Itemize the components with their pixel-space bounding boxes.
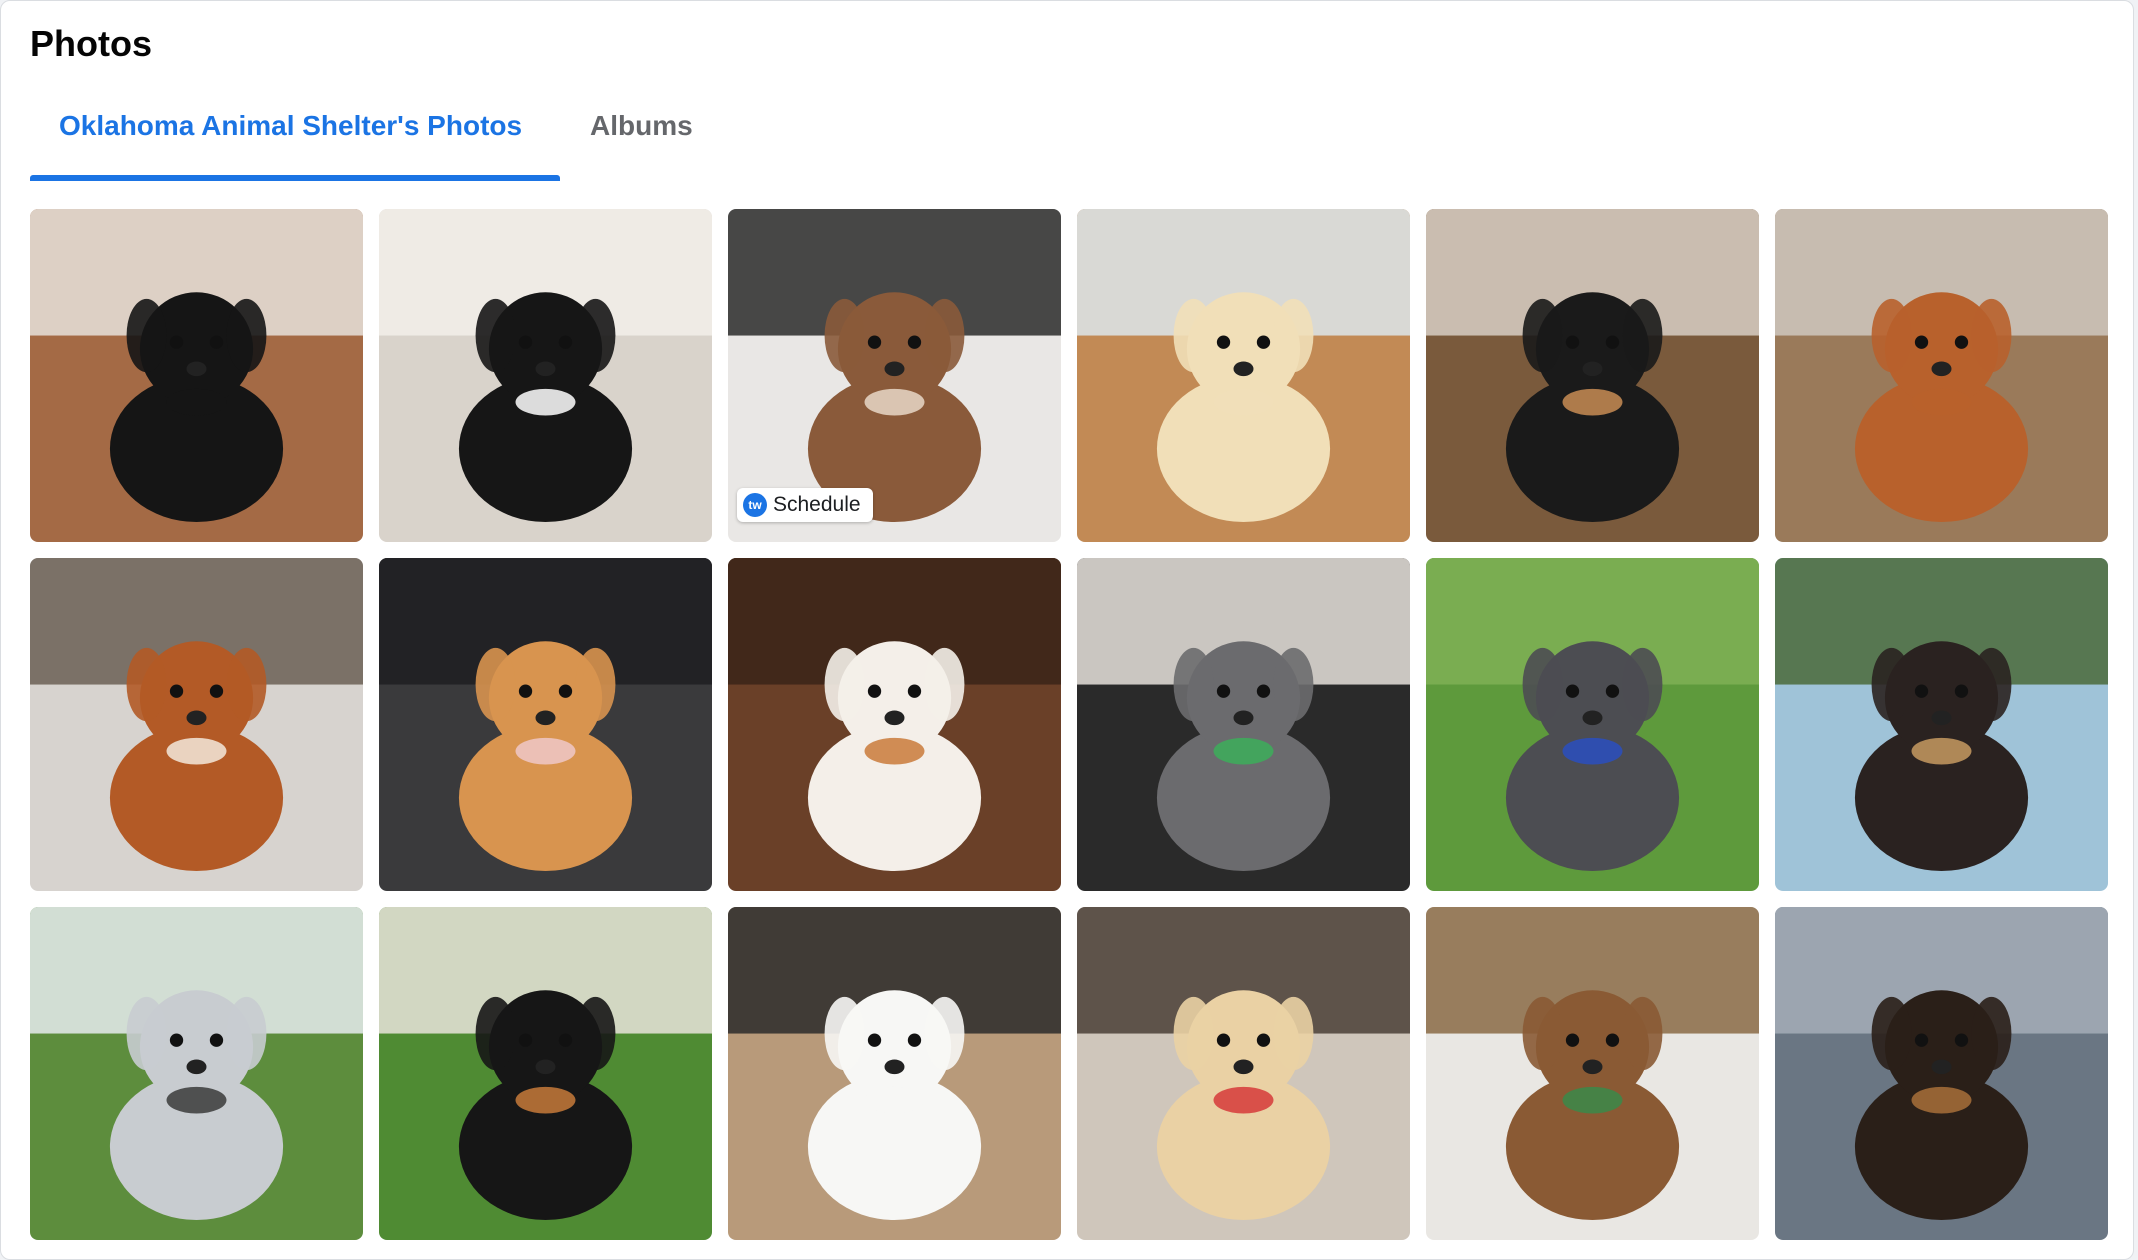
photo-image <box>728 558 1061 891</box>
tab-shelter-photos-label: Oklahoma Animal Shelter's Photos <box>59 110 523 141</box>
photo-thumbnail[interactable] <box>1077 907 1410 1240</box>
photo-image <box>30 558 363 891</box>
photo-thumbnail[interactable] <box>30 209 363 542</box>
photo-image <box>1426 907 1759 1240</box>
photo-thumbnail[interactable] <box>728 558 1061 891</box>
photo-image <box>1426 558 1759 891</box>
photo-thumbnail[interactable] <box>728 907 1061 1240</box>
photo-thumbnail[interactable] <box>1775 907 2108 1240</box>
photo-image <box>379 209 712 542</box>
photos-card: Photos Oklahoma Animal Shelter's Photos … <box>0 0 2134 1260</box>
photo-thumbnail[interactable] <box>1426 907 1759 1240</box>
photo-thumbnail[interactable] <box>1077 558 1410 891</box>
photo-thumbnail[interactable] <box>379 558 712 891</box>
tab-albums[interactable]: Albums <box>560 101 710 181</box>
photo-thumbnail[interactable]: tw Schedule <box>728 209 1061 542</box>
photo-image <box>379 907 712 1240</box>
tab-shelter-photos[interactable]: Oklahoma Animal Shelter's Photos <box>30 101 560 181</box>
photo-grid: tw Schedule <box>30 209 2108 1240</box>
photo-thumbnail[interactable] <box>379 209 712 542</box>
photo-image <box>1426 209 1759 542</box>
photo-thumbnail[interactable] <box>379 907 712 1240</box>
photo-thumbnail[interactable] <box>1077 209 1410 542</box>
photo-image <box>379 558 712 891</box>
photo-image <box>1077 558 1410 891</box>
photo-thumbnail[interactable] <box>1426 558 1759 891</box>
photo-thumbnail[interactable] <box>30 907 363 1240</box>
photo-image <box>1775 907 2108 1240</box>
photo-image <box>1077 209 1410 542</box>
photo-image <box>1077 907 1410 1240</box>
tab-albums-label: Albums <box>590 110 693 141</box>
page-title: Photos <box>30 23 152 64</box>
photo-thumbnail[interactable] <box>1426 209 1759 542</box>
photo-thumbnail[interactable] <box>1775 558 2108 891</box>
photo-image <box>1775 209 2108 542</box>
schedule-label: Schedule <box>773 493 861 516</box>
active-tab-indicator <box>30 175 560 181</box>
photo-image <box>30 209 363 542</box>
photo-thumbnail[interactable] <box>30 558 363 891</box>
scheduler-logo-icon: tw <box>743 493 767 517</box>
photo-image <box>1775 558 2108 891</box>
photo-thumbnail[interactable] <box>1775 209 2108 542</box>
photo-image <box>30 907 363 1240</box>
schedule-button[interactable]: tw Schedule <box>737 488 873 522</box>
photo-image <box>728 907 1061 1240</box>
